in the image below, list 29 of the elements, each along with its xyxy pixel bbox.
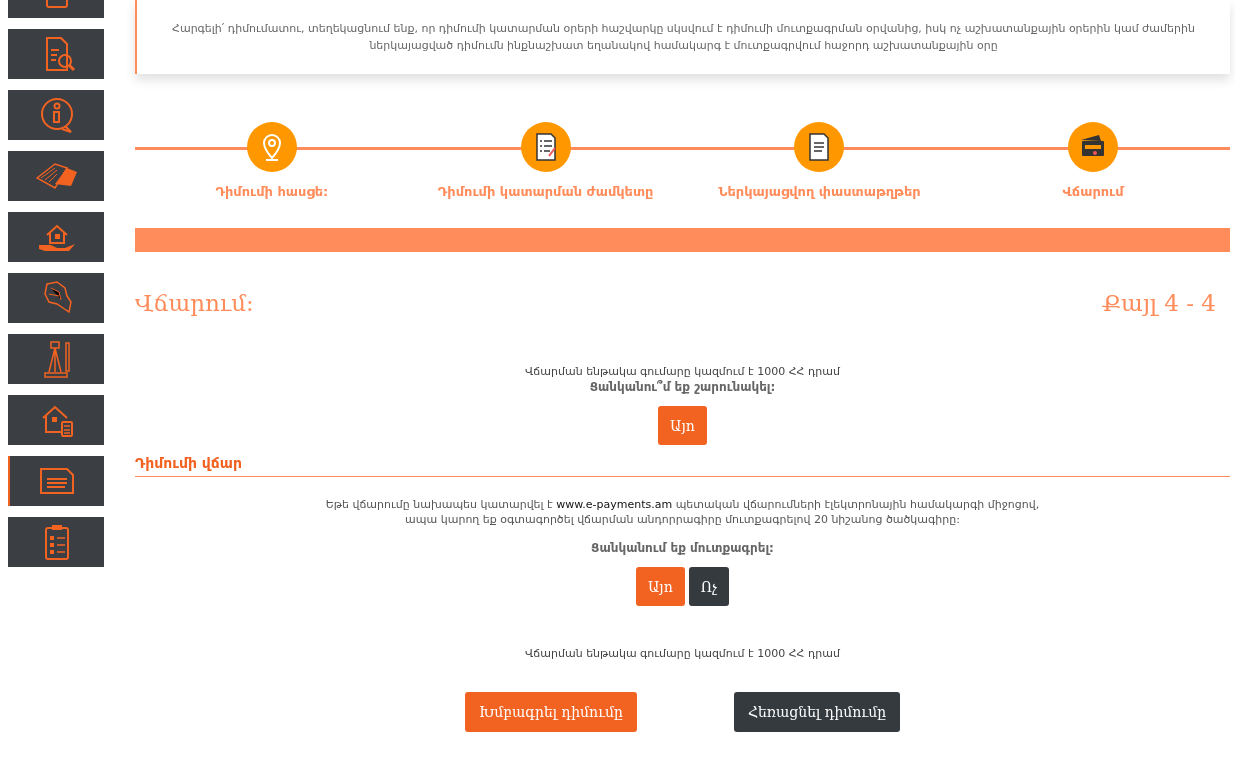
link[interactable]: www.e-payments.am: [556, 498, 673, 511]
step-label: Դիմումի կատարման ժամկետը: [437, 184, 654, 199]
info-paragraph: Եթե վճարումը նախապես կատարվել է www.e-payments.am պետական վճարումների էլեկտրոնային համակարգի միջոցով, ապա կարող եք օգտագործել վճարման անդորրագիրը մուտքագրելով 20 նիշանոց ծածկագիրը:: [324, 497, 1041, 527]
sidebar-tile[interactable]: [8, 29, 104, 79]
checklist-icon: [520, 122, 571, 172]
question-text: Ցանկանու՞մ եք շարունակել:: [589, 380, 776, 394]
sidebar-tile[interactable]: [8, 395, 104, 445]
amount-text: Վճարման ենթակա գումարը կազմում է 1000 ՀՀ դրամ: [525, 646, 840, 662]
question-text: Ցանկանում եք մուտքագրել:: [591, 541, 774, 555]
sidebar-tile[interactable]: [8, 456, 104, 506]
amount-text: Վճարման ենթակա գումարը կազմում է 1000 ՀՀ դրամ: [525, 364, 840, 380]
cancel-button[interactable]: Հեռացնել դիմումը: [733, 692, 901, 732]
step-label: Վճարում: [1062, 184, 1124, 199]
map-pin-icon: [246, 122, 297, 172]
document-icon: [794, 122, 845, 172]
step-counter: Քայլ 4 - 4: [1101, 290, 1216, 316]
step-label: Ներկայացվող փաստաթղթեր: [718, 184, 921, 199]
step-label: Դիմումի հասցե:: [215, 184, 329, 199]
sidebar-tile[interactable]: [8, 90, 104, 140]
cancel-button[interactable]: Ոչ: [688, 567, 730, 606]
sidebar-tile[interactable]: [8, 273, 104, 323]
sidebar-tile[interactable]: [8, 212, 104, 262]
sidebar-tile[interactable]: [8, 517, 104, 567]
section-title: Դիմումի վճար: [135, 455, 1230, 477]
notice-text: Հարգելի՛ դիմումատու, տեղեկացնում ենք, որ դիմումի կատարման օրերի հաշվարկը սկսվում է դիմումի մուտքագրման օրվանից, իսկ ոչ աշխատանքային օրերին կամ ժամերին ներկայացված դիմումն ինքնաշխատ եղանակով համակարգ է մուտքագրվում հաջորդ աշխատանքային օրը: [135, 0, 1230, 74]
sidebar-tile[interactable]: [8, 334, 104, 384]
payment-card-icon: [1068, 122, 1119, 172]
page-title: Վճարում:: [135, 290, 254, 316]
sidebar-tile[interactable]: [8, 151, 104, 201]
